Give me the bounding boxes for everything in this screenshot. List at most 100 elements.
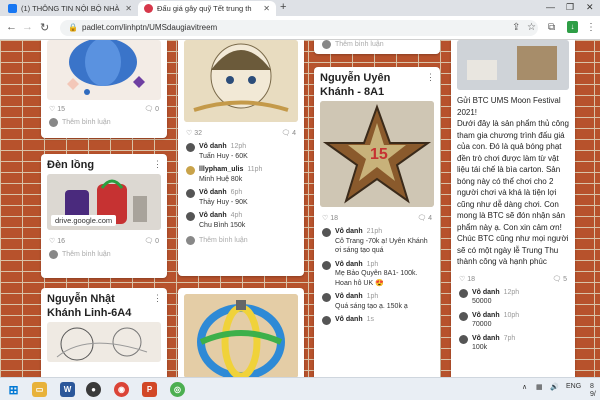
url-text: padlet.com/linhptn/UMSdaugiavitreem bbox=[82, 23, 218, 32]
close-icon[interactable]: ✕ bbox=[125, 4, 132, 13]
comment: Vô danh 12ph Tuấn Huy - 60K bbox=[178, 140, 304, 163]
post-title: Nguyễn Nhật Khánh Linh-6A4 bbox=[47, 293, 132, 319]
comment-count[interactable]: 🗨 5 bbox=[552, 275, 567, 283]
avatar bbox=[186, 143, 195, 152]
post-image-cardboard-ball bbox=[457, 40, 569, 90]
padlet-board: ♡ 15 🗨 0 Thêm bình luận ⋮ Đèn lồng drive… bbox=[0, 40, 600, 377]
volume-icon[interactable]: 🔊 bbox=[550, 383, 559, 391]
windows-taskbar: ⊞ ▭ W ● ◉ P ◎ ∧ ▦ 🔊 ENG 8 9/ bbox=[0, 377, 600, 400]
comment-count[interactable]: 🗨 0 bbox=[144, 237, 159, 245]
extensions-icon[interactable]: ⧉ bbox=[548, 22, 555, 33]
comment: Vô danh 10ph 70000 bbox=[451, 309, 575, 332]
avatar bbox=[49, 118, 58, 127]
forward-icon[interactable]: → bbox=[22, 21, 33, 33]
language-indicator[interactable]: ENG bbox=[566, 383, 581, 390]
padlet-heart-icon bbox=[144, 4, 153, 13]
add-comment-field[interactable]: Thêm bình luận bbox=[41, 248, 167, 261]
svg-text:15: 15 bbox=[370, 146, 388, 163]
post-card-khanh-linh[interactable]: ⋮ Nguyễn Nhật Khánh Linh-6A4 bbox=[41, 288, 167, 377]
post-title: Nguyễn Uyên Khánh - 8A1 bbox=[320, 72, 391, 98]
post-card-den-long[interactable]: ⋮ Đèn lồng drive.google.com ♡ 16 🗨 0 Thê… bbox=[41, 154, 167, 278]
share-icon[interactable]: ⇪ bbox=[512, 22, 520, 33]
avatar bbox=[322, 293, 331, 302]
back-icon[interactable]: ← bbox=[6, 21, 17, 33]
maximize-icon[interactable]: ❐ bbox=[566, 2, 574, 13]
post-menu-icon[interactable]: ⋮ bbox=[153, 159, 162, 170]
post-card[interactable]: Thêm bình luận bbox=[314, 40, 440, 54]
like-count[interactable]: ♡ 16 bbox=[49, 237, 65, 245]
file-explorer-icon[interactable]: ▭ bbox=[32, 382, 47, 397]
powerpoint-icon[interactable]: P bbox=[142, 382, 157, 397]
comment: Vô danh 7ph 100k bbox=[451, 332, 575, 355]
post-menu-icon[interactable]: ⋮ bbox=[426, 72, 435, 83]
comment: Vô danh 1ph Mẹ Bảo Quyên 8A1- 100k. Hoan h… bbox=[314, 258, 440, 291]
comment: Vô danh 1ph Quá sáng tạo ạ. 150k ạ bbox=[314, 290, 440, 313]
comment-count[interactable]: 🗨 0 bbox=[144, 105, 159, 113]
avatar bbox=[322, 260, 331, 270]
comment: Vô danh 12ph 50000 bbox=[451, 286, 575, 309]
tray-chevron-icon[interactable]: ∧ bbox=[522, 383, 527, 391]
like-count[interactable]: ♡ 18 bbox=[322, 214, 338, 222]
post-card[interactable]: ⋮ bbox=[178, 288, 304, 377]
window-close-icon[interactable]: ✕ bbox=[586, 2, 594, 13]
new-tab-button[interactable]: + bbox=[280, 1, 286, 13]
like-count[interactable]: ♡ 18 bbox=[459, 275, 475, 283]
tab-title: Đấu giá gây quỹ Tết trung th bbox=[157, 4, 252, 13]
like-count[interactable]: ♡ 32 bbox=[186, 129, 202, 137]
avatar bbox=[186, 166, 195, 175]
close-icon[interactable]: ✕ bbox=[263, 4, 270, 13]
browser-toolbar: ← → ↻ 🔒 padlet.com/linhptn/UMSdaugiavitr… bbox=[0, 16, 600, 40]
tab-facebook[interactable]: (1) THÔNG TIN NỘI BỘ NHÀ ✕ bbox=[2, 1, 138, 16]
download-extension-icon[interactable]: ↓ bbox=[567, 21, 578, 33]
avatar bbox=[459, 334, 468, 344]
tab-padlet[interactable]: Đấu giá gây quỹ Tết trung th ✕ bbox=[138, 1, 276, 16]
comment: lllypham_ulis 11ph Minh Huệ 80k bbox=[178, 163, 304, 186]
windows-start-icon[interactable]: ⊞ bbox=[6, 382, 21, 397]
avatar bbox=[186, 212, 195, 221]
lock-icon: 🔒 bbox=[68, 23, 78, 32]
facebook-icon bbox=[8, 4, 17, 13]
comment: Vô danh 21ph Cô Trang -70k ạ! Uyên Khánh ơ… bbox=[314, 225, 440, 258]
avatar bbox=[186, 189, 195, 198]
post-card-moon-festival[interactable]: Gửi BTC UMS Moon Festival 2021! Dưới đây… bbox=[451, 40, 575, 377]
address-bar[interactable]: 🔒 padlet.com/linhptn/UMSdaugiavitreem bbox=[60, 20, 538, 36]
comment-count[interactable]: 🗨 4 bbox=[281, 129, 296, 137]
post-image-paper-lantern bbox=[47, 40, 161, 100]
comment: Vô danh 6ph Thảy Huy - 90K bbox=[178, 186, 304, 209]
add-comment-field[interactable]: Thêm bình luận bbox=[41, 116, 167, 129]
clock[interactable]: 8 9/ bbox=[590, 383, 596, 399]
post-body: Gửi BTC UMS Moon Festival 2021! Dưới đây… bbox=[457, 96, 569, 266]
link-preview-domain[interactable]: drive.google.com bbox=[51, 215, 117, 226]
add-comment-field[interactable]: Thêm bình luận bbox=[314, 40, 440, 51]
avatar bbox=[322, 228, 331, 237]
media-icon[interactable]: ● bbox=[86, 382, 101, 397]
post-card[interactable]: ♡ 32 🗨 4 Vô danh 12ph Tuấn Huy - 60K lllyp… bbox=[178, 40, 304, 276]
minimize-icon[interactable]: — bbox=[546, 2, 555, 12]
comment-count[interactable]: 🗨 4 bbox=[417, 214, 432, 222]
like-count[interactable]: ♡ 15 bbox=[49, 105, 65, 113]
tab-title: (1) THÔNG TIN NỘI BỘ NHÀ bbox=[21, 4, 120, 13]
comment: Vô danh 1s bbox=[314, 313, 440, 327]
add-comment-field[interactable]: Thêm bình luận bbox=[178, 234, 304, 247]
avatar bbox=[459, 288, 468, 298]
menu-kebab-icon[interactable]: ⋮ bbox=[586, 22, 596, 33]
bookmark-star-icon[interactable]: ☆ bbox=[527, 22, 536, 33]
post-card[interactable]: ♡ 15 🗨 0 Thêm bình luận bbox=[41, 40, 167, 138]
avatar bbox=[322, 40, 331, 49]
comment: Vô danh 4ph Chu Bình 150k bbox=[178, 209, 304, 232]
network-icon[interactable]: ▦ bbox=[536, 383, 543, 391]
post-image-star-lantern: 15 bbox=[320, 101, 434, 207]
post-image-ball-lantern bbox=[184, 294, 298, 377]
post-image-manga-drawing bbox=[184, 40, 298, 122]
word-icon[interactable]: W bbox=[60, 382, 75, 397]
avatar bbox=[459, 311, 468, 321]
post-card-uyen-khanh[interactable]: ⋮ Nguyễn Uyên Khánh - 8A1 15 ♡ 18 🗨 4 Vô… bbox=[314, 67, 440, 377]
browser-tab-strip: (1) THÔNG TIN NỘI BỘ NHÀ ✕ Đấu giá gây q… bbox=[0, 0, 600, 16]
post-menu-icon[interactable]: ⋮ bbox=[153, 293, 162, 304]
chrome-icon[interactable]: ◎ bbox=[170, 382, 185, 397]
avatar bbox=[49, 250, 58, 259]
chrome-profile-icon[interactable]: ◉ bbox=[114, 382, 129, 397]
post-title: Đèn lồng bbox=[47, 159, 95, 171]
reload-icon[interactable]: ↻ bbox=[40, 21, 49, 34]
post-image-lanterns: drive.google.com bbox=[47, 174, 161, 230]
